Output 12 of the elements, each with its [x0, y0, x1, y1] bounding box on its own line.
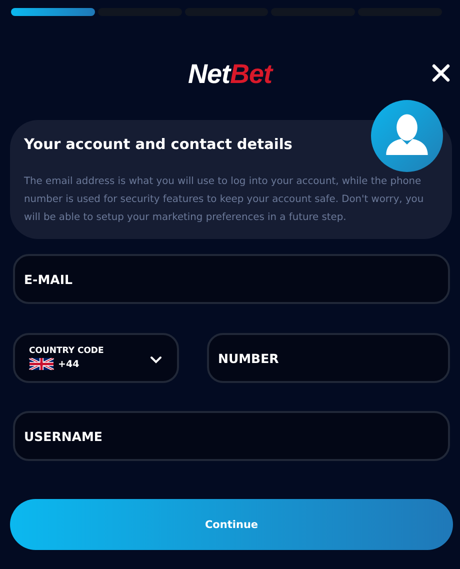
number-field[interactable]: NUMBER	[207, 333, 450, 383]
chevron-down-icon	[150, 356, 162, 364]
card-description: The email address is what you will use to log into your account, while the phone number is used for security features to keep your account safe. Don't worry, you will be able to setup your marketing preferences in a future step.	[24, 175, 425, 225]
username-field[interactable]: USERNAME	[13, 411, 450, 461]
email-field[interactable]: E-MAIL	[13, 254, 450, 304]
logo: NetBet	[188, 58, 272, 90]
close-icon	[432, 64, 450, 82]
flag-icon	[29, 358, 54, 370]
card-title: Your account and contact details	[24, 137, 294, 153]
close-button[interactable]	[430, 62, 452, 84]
country-code-dropdown[interactable]: COUNTRY CODE +44	[13, 333, 179, 383]
avatar-icon	[371, 100, 443, 172]
